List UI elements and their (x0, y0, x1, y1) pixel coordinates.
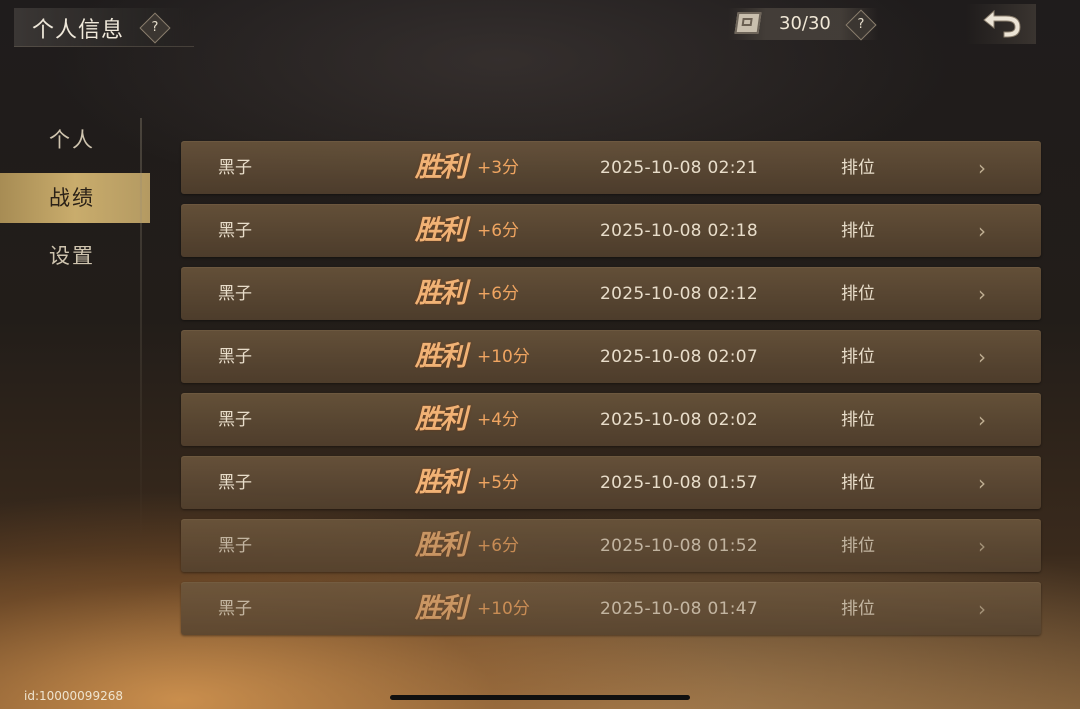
sidebar-item-label: 设置 (49, 244, 95, 268)
score-change: +10分 (477, 599, 530, 619)
record-counter: 30/30 ? (728, 8, 878, 41)
match-mode: 排位 (841, 473, 875, 493)
question-mark-icon: ? (857, 17, 865, 32)
match-mode: 排位 (841, 599, 875, 619)
page-title: 个人信息 (32, 18, 125, 43)
match-time: 2025-10-08 02:02 (600, 410, 758, 430)
user-id: id:10000099268 (24, 689, 123, 703)
chevron-right-icon[interactable]: › (978, 142, 986, 194)
match-record-row[interactable]: 黑子 胜利 +5分 2025-10-08 01:57 排位 › (181, 456, 1041, 509)
match-result: 胜利 (415, 215, 467, 246)
sidebar-item-label: 战绩 (49, 186, 95, 210)
match-record-row[interactable]: 黑子 胜利 +6分 2025-10-08 02:18 排位 › (181, 204, 1041, 257)
match-result: 胜利 (415, 341, 467, 372)
record-count: 30/30 (779, 13, 831, 34)
piece-color: 黑子 (218, 599, 252, 619)
match-time: 2025-10-08 02:21 (600, 158, 758, 178)
match-record-row[interactable]: 黑子 胜利 +10分 2025-10-08 02:07 排位 › (181, 330, 1041, 383)
piece-color: 黑子 (218, 536, 252, 556)
match-result: 胜利 (415, 152, 467, 183)
match-result: 胜利 (415, 278, 467, 309)
score-change: +6分 (477, 284, 520, 304)
match-mode: 排位 (841, 410, 875, 430)
chevron-right-icon[interactable]: › (978, 205, 986, 257)
match-mode: 排位 (841, 284, 875, 304)
back-button[interactable] (966, 4, 1036, 44)
score-change: +4分 (477, 410, 520, 430)
match-mode: 排位 (841, 221, 875, 241)
match-record-row[interactable]: 黑子 胜利 +6分 2025-10-08 02:12 排位 › (181, 267, 1041, 320)
sidebar-item-profile[interactable]: 个人 (0, 115, 150, 165)
sidebar-divider (140, 118, 142, 538)
chevron-right-icon[interactable]: › (978, 394, 986, 446)
match-time: 2025-10-08 01:47 (600, 599, 758, 619)
piece-color: 黑子 (218, 221, 252, 241)
piece-color: 黑子 (218, 410, 252, 430)
back-arrow-icon (983, 9, 1021, 38)
score-change: +6分 (477, 221, 520, 241)
match-record-row[interactable]: 黑子 胜利 +10分 2025-10-08 01:47 排位 › (181, 582, 1041, 635)
piece-color: 黑子 (218, 284, 252, 304)
match-mode: 排位 (841, 536, 875, 556)
sidebar-item-records[interactable]: 战绩 (0, 173, 150, 223)
chevron-right-icon[interactable]: › (978, 331, 986, 383)
match-result: 胜利 (415, 530, 467, 561)
match-time: 2025-10-08 01:57 (600, 473, 758, 493)
piece-color: 黑子 (218, 473, 252, 493)
title-help-button[interactable]: ? (139, 12, 171, 44)
sidebar-nav: 个人 战绩 设置 (0, 115, 150, 289)
piece-color: 黑子 (218, 158, 252, 178)
score-change: +5分 (477, 473, 520, 493)
match-record-row[interactable]: 黑子 胜利 +6分 2025-10-08 01:52 排位 › (181, 519, 1041, 572)
score-change: +10分 (477, 347, 530, 367)
score-change: +6分 (477, 536, 520, 556)
match-result: 胜利 (415, 404, 467, 435)
match-result: 胜利 (415, 593, 467, 624)
home-indicator[interactable] (390, 695, 690, 700)
chevron-right-icon[interactable]: › (978, 268, 986, 320)
piece-color: 黑子 (218, 347, 252, 367)
match-time: 2025-10-08 01:52 (600, 536, 758, 556)
match-time: 2025-10-08 02:07 (600, 347, 758, 367)
score-change: +3分 (477, 158, 520, 178)
match-mode: 排位 (841, 158, 875, 178)
match-record-row[interactable]: 黑子 胜利 +3分 2025-10-08 02:21 排位 › (181, 141, 1041, 194)
counter-help-button[interactable]: ? (845, 9, 877, 41)
match-mode: 排位 (841, 347, 875, 367)
match-time: 2025-10-08 02:18 (600, 221, 758, 241)
chevron-right-icon[interactable]: › (978, 520, 986, 572)
question-mark-icon: ? (151, 20, 159, 35)
book-icon (734, 12, 762, 34)
sidebar-item-label: 个人 (49, 128, 95, 152)
match-record-row[interactable]: 黑子 胜利 +4分 2025-10-08 02:02 排位 › (181, 393, 1041, 446)
match-record-list: 黑子 胜利 +3分 2025-10-08 02:21 排位 › 黑子 胜利 +6… (181, 141, 1041, 645)
chevron-right-icon[interactable]: › (978, 457, 986, 509)
sidebar-item-settings[interactable]: 设置 (0, 231, 150, 281)
chevron-right-icon[interactable]: › (978, 583, 986, 635)
match-time: 2025-10-08 02:12 (600, 284, 758, 304)
match-result: 胜利 (415, 467, 467, 498)
title-bar: 个人信息 ? (14, 8, 194, 47)
